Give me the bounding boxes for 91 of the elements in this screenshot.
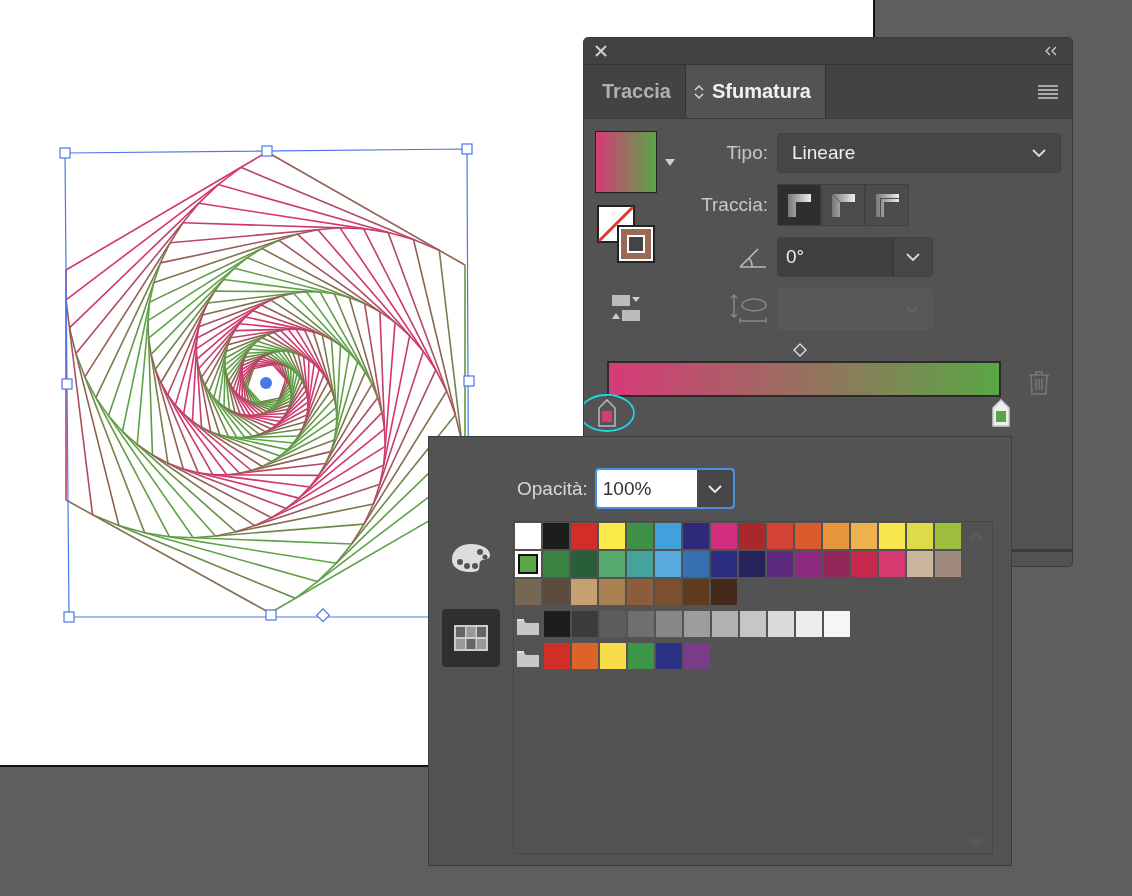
color-swatch[interactable] xyxy=(543,551,569,577)
color-swatch[interactable] xyxy=(572,611,598,637)
color-swatch[interactable] xyxy=(683,551,709,577)
stroke-gradient-icon xyxy=(830,191,856,218)
close-icon[interactable] xyxy=(595,45,607,57)
color-swatch[interactable] xyxy=(740,611,766,637)
color-swatch[interactable] xyxy=(823,523,849,549)
color-swatch[interactable] xyxy=(768,611,794,637)
aspect-ratio-icon xyxy=(730,292,768,325)
type-dropdown[interactable]: Lineare xyxy=(777,132,1061,173)
color-swatch[interactable] xyxy=(571,551,597,577)
color-swatch[interactable] xyxy=(767,523,793,549)
caret-icon[interactable] xyxy=(665,158,675,166)
color-swatch[interactable] xyxy=(544,643,570,669)
color-swatch[interactable] xyxy=(627,551,653,577)
chevron-down-icon xyxy=(707,484,722,493)
color-swatch[interactable] xyxy=(599,551,625,577)
color-swatch[interactable] xyxy=(543,523,569,549)
color-stop[interactable] xyxy=(992,399,1010,427)
color-swatch[interactable] xyxy=(879,551,905,577)
panel-tab[interactable]: Traccia xyxy=(584,65,686,118)
stroke-gradient-button[interactable] xyxy=(821,183,865,226)
color-swatch[interactable] xyxy=(739,523,765,549)
up-down-arrows-icon xyxy=(693,83,704,100)
type-label: Tipo: xyxy=(726,141,768,164)
chevron-down-icon xyxy=(1032,148,1046,157)
grid-icon xyxy=(454,625,488,651)
color-swatch[interactable] xyxy=(711,523,737,549)
color-swatch[interactable] xyxy=(879,523,905,549)
color-swatch[interactable] xyxy=(935,551,961,577)
color-swatch[interactable] xyxy=(684,643,710,669)
chevron-down-icon xyxy=(906,252,920,261)
color-swatch[interactable] xyxy=(571,523,597,549)
opacity-field[interactable]: 100% xyxy=(594,468,735,509)
color-swatch[interactable] xyxy=(711,579,737,605)
stroke-gradient-button[interactable] xyxy=(865,183,909,226)
color-swatch[interactable] xyxy=(572,643,598,669)
color-swatch[interactable] xyxy=(544,611,570,637)
stroke-gradient-icon xyxy=(874,191,900,218)
color-stop[interactable] xyxy=(598,399,616,427)
color-swatch[interactable] xyxy=(851,523,877,549)
color-swatch[interactable] xyxy=(851,551,877,577)
selection-box[interactable] xyxy=(59,143,475,623)
color-swatch[interactable] xyxy=(683,579,709,605)
color-swatch[interactable] xyxy=(739,551,765,577)
stroke-label: Traccia: xyxy=(701,193,768,216)
angle-field[interactable]: 0° xyxy=(777,236,933,277)
color-swatch[interactable] xyxy=(628,611,654,637)
color-swatch[interactable] xyxy=(767,551,793,577)
color-swatch[interactable] xyxy=(684,611,710,637)
gradient-preview[interactable] xyxy=(595,131,657,193)
color-swatch[interactable] xyxy=(628,643,654,669)
color-swatch[interactable] xyxy=(656,611,682,637)
color-swatch[interactable] xyxy=(571,579,597,605)
color-swatch[interactable] xyxy=(599,579,625,605)
color-swatch[interactable] xyxy=(515,523,541,549)
folder-icon[interactable] xyxy=(517,617,539,635)
collapse-icon[interactable] xyxy=(1044,46,1058,56)
panel-tab[interactable]: Sfumatura xyxy=(685,65,826,118)
color-swatch[interactable] xyxy=(656,643,682,669)
midpoint-handle[interactable] xyxy=(793,343,808,357)
color-swatch[interactable] xyxy=(600,643,626,669)
stroke-gradient-button[interactable] xyxy=(777,183,821,226)
opacity-label: Opacità: xyxy=(517,477,588,500)
color-swatch[interactable] xyxy=(824,611,850,637)
color-swatch[interactable] xyxy=(907,551,933,577)
color-swatch[interactable] xyxy=(683,523,709,549)
menu-icon[interactable] xyxy=(1038,84,1058,99)
color-swatch[interactable] xyxy=(515,579,541,605)
color-swatch[interactable] xyxy=(935,523,961,549)
color-swatch[interactable] xyxy=(655,523,681,549)
color-swatch[interactable] xyxy=(795,551,821,577)
color-swatch[interactable] xyxy=(796,611,822,637)
color-swatch[interactable] xyxy=(907,523,933,549)
color-swatch[interactable] xyxy=(655,579,681,605)
color-swatch[interactable] xyxy=(515,551,541,577)
color-swatch[interactable] xyxy=(627,579,653,605)
trash-icon[interactable] xyxy=(1028,371,1050,395)
color-swatch[interactable] xyxy=(655,551,681,577)
color-swatch[interactable] xyxy=(823,551,849,577)
color-swatch[interactable] xyxy=(599,523,625,549)
fill-stroke-icon[interactable] xyxy=(597,205,657,265)
stroke-gradient-icon xyxy=(786,191,812,218)
color-swatch[interactable] xyxy=(711,551,737,577)
reverse-gradient-icon[interactable] xyxy=(610,293,642,323)
color-swatch[interactable] xyxy=(627,523,653,549)
color-swatch[interactable] xyxy=(712,611,738,637)
color-swatch[interactable] xyxy=(795,523,821,549)
folder-icon[interactable] xyxy=(517,649,539,667)
swatches-view-button[interactable] xyxy=(442,609,500,667)
palette-icon xyxy=(450,542,492,574)
